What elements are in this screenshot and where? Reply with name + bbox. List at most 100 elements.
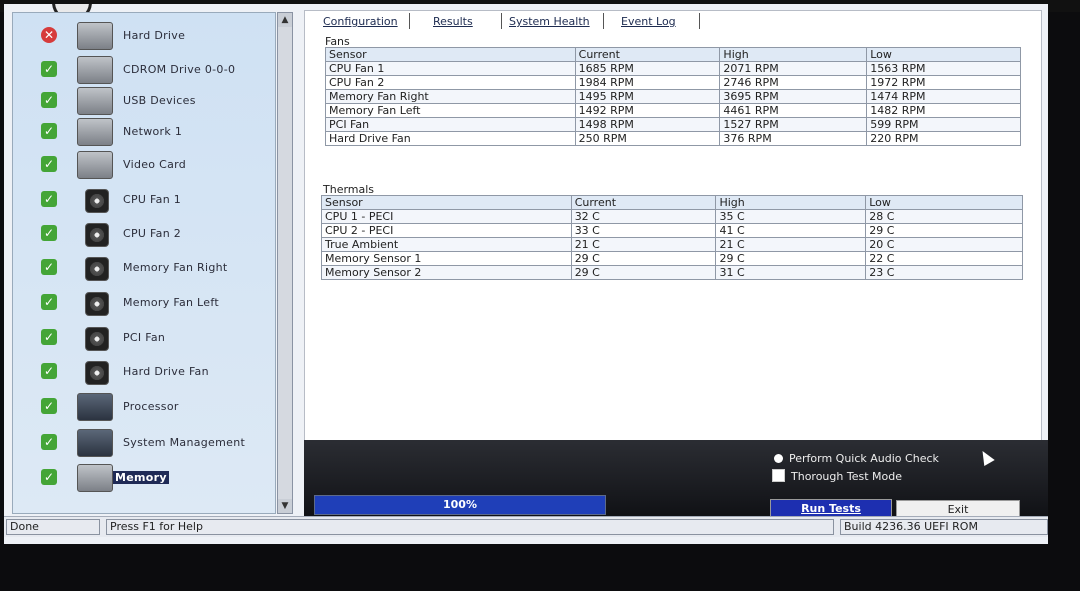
sidebar-item[interactable]: ✓ Video Card <box>13 150 275 180</box>
table-cell: 599 RPM <box>866 117 1021 132</box>
column-header: Sensor <box>321 195 572 210</box>
sidebar-item-label: PCI Fan <box>123 331 166 344</box>
tab-separator <box>603 13 604 29</box>
pass-icon: ✓ <box>41 225 57 241</box>
table-cell: 20 C <box>865 237 1023 252</box>
table-cell: 33 C <box>570 223 717 238</box>
scroll-down-icon[interactable]: ▼ <box>278 499 292 513</box>
sidebar-item[interactable]: ✓ Hard Drive Fan <box>13 357 275 387</box>
table-cell: CPU Fan 2 <box>325 75 576 90</box>
pass-icon: ✓ <box>41 123 57 139</box>
mouse-cursor-icon <box>977 447 995 467</box>
table-cell: 1492 RPM <box>574 103 721 118</box>
table-cell: 220 RPM <box>866 131 1021 146</box>
table-cell: CPU Fan 1 <box>325 61 576 76</box>
tab-event-log[interactable]: Event Log <box>621 15 676 28</box>
tab-configuration[interactable]: Configuration <box>323 15 398 28</box>
table-cell: 1563 RPM <box>866 61 1021 76</box>
sidebar-item-label: Hard Drive <box>123 29 186 42</box>
table-cell: CPU 2 - PECI <box>321 223 572 238</box>
pass-icon: ✓ <box>41 434 57 450</box>
column-header: Low <box>866 47 1021 62</box>
radio-icon[interactable] <box>774 454 783 463</box>
sidebar-item[interactable]: ✓ USB Devices <box>13 86 275 116</box>
scroll-up-icon[interactable]: ▲ <box>278 13 292 27</box>
table-row: CPU Fan 2 1984 RPM 2746 RPM 1972 RPM <box>325 75 1021 90</box>
pass-icon: ✓ <box>41 156 57 172</box>
table-cell: 41 C <box>715 223 867 238</box>
table-cell: CPU 1 - PECI <box>321 209 572 224</box>
table-cell: 376 RPM <box>719 131 868 146</box>
column-header: Sensor <box>325 47 576 62</box>
sidebar-item[interactable]: ✓ System Management <box>13 428 275 458</box>
table-cell: 1482 RPM <box>866 103 1021 118</box>
pass-icon: ✓ <box>41 191 57 207</box>
sidebar-item[interactable]: ✓ CPU Fan 2 <box>13 219 275 249</box>
video-card-icon <box>77 151 113 179</box>
thorough-mode-label: Thorough Test Mode <box>791 470 902 483</box>
tab-system-health[interactable]: System Health <box>509 15 590 28</box>
table-cell: 35 C <box>715 209 867 224</box>
table-cell: 31 C <box>715 265 867 280</box>
table-row: CPU 1 - PECI 32 C 35 C 28 C <box>321 209 1023 224</box>
column-header: Current <box>570 195 717 210</box>
fan-icon <box>85 223 109 247</box>
help-hint: Press F1 for Help <box>106 519 834 535</box>
system-management-icon <box>77 429 113 457</box>
pass-icon: ✓ <box>41 469 57 485</box>
pass-icon: ✓ <box>41 398 57 414</box>
sidebar-item-label: Network 1 <box>123 125 183 138</box>
table-cell: 1474 RPM <box>866 89 1021 104</box>
table-row: PCI Fan 1498 RPM 1527 RPM 599 RPM <box>325 117 1021 132</box>
pass-icon: ✓ <box>41 294 57 310</box>
thorough-mode-option[interactable]: Thorough Test Mode <box>772 469 902 483</box>
table-row: Memory Sensor 1 29 C 29 C 22 C <box>321 251 1023 266</box>
table-cell: 29 C <box>570 251 717 266</box>
sidebar-item[interactable]: ✓ Processor <box>13 392 275 422</box>
diagnostics-screen: ✕ Hard Drive ✓ CDROM Drive 0-0-0 ✓ USB Device… <box>4 4 1048 544</box>
sidebar-item[interactable]: ✓ Memory Fan Left <box>13 288 275 318</box>
device-list[interactable]: ✕ Hard Drive ✓ CDROM Drive 0-0-0 ✓ USB Device… <box>12 12 276 514</box>
sidebar-item[interactable]: ✓ Network 1 <box>13 117 275 147</box>
table-cell: 21 C <box>570 237 717 252</box>
sidebar-item[interactable]: ✓ CDROM Drive 0-0-0 <box>13 55 275 85</box>
pass-icon: ✓ <box>41 61 57 77</box>
sidebar-item-label: System Management <box>123 436 246 449</box>
sidebar-item-label: Processor <box>123 400 179 413</box>
cdrom-drive-icon <box>77 56 113 84</box>
fan-icon <box>85 327 109 351</box>
sidebar-item[interactable]: ✓ Memory <box>13 463 275 493</box>
sidebar-item-label: Memory Fan Left <box>123 296 219 309</box>
processor-icon <box>77 393 113 421</box>
table-cell: 32 C <box>570 209 717 224</box>
sidebar-item[interactable]: ✕ Hard Drive <box>13 21 275 51</box>
device-list-scrollbar[interactable]: ▲ ▼ <box>277 12 293 514</box>
thermals-table: Sensor Current High Low CPU 1 - PECI 32 C 35 … <box>321 195 1023 280</box>
tab-separator <box>699 13 700 29</box>
fan-icon <box>85 189 109 213</box>
main-panel: Configuration Results System Health Even… <box>304 10 1042 442</box>
sidebar-item-label: Memory <box>113 471 169 484</box>
sidebar-item-label: CDROM Drive 0-0-0 <box>123 63 236 76</box>
table-cell: 250 RPM <box>574 131 721 146</box>
sidebar-item-label: USB Devices <box>123 94 196 107</box>
hard-drive-icon <box>77 22 113 50</box>
fail-icon: ✕ <box>41 27 57 43</box>
quick-audio-option[interactable]: Perform Quick Audio Check <box>774 452 939 465</box>
table-cell: 3695 RPM <box>719 89 868 104</box>
table-cell: 23 C <box>865 265 1023 280</box>
sidebar-item-label: CPU Fan 1 <box>123 193 182 206</box>
checkbox-icon[interactable] <box>772 469 785 482</box>
table-cell: 4461 RPM <box>719 103 868 118</box>
table-cell: 2746 RPM <box>719 75 868 90</box>
tab-results[interactable]: Results <box>433 15 473 28</box>
sidebar-item[interactable]: ✓ Memory Fan Right <box>13 253 275 283</box>
progress-bar: 100% <box>314 495 606 515</box>
sidebar-item[interactable]: ✓ PCI Fan <box>13 323 275 353</box>
table-cell: PCI Fan <box>325 117 576 132</box>
table-cell: 29 C <box>865 223 1023 238</box>
table-cell: 21 C <box>715 237 867 252</box>
table-cell: 1495 RPM <box>574 89 721 104</box>
sidebar-item[interactable]: ✓ CPU Fan 1 <box>13 185 275 215</box>
column-header: Low <box>865 195 1023 210</box>
